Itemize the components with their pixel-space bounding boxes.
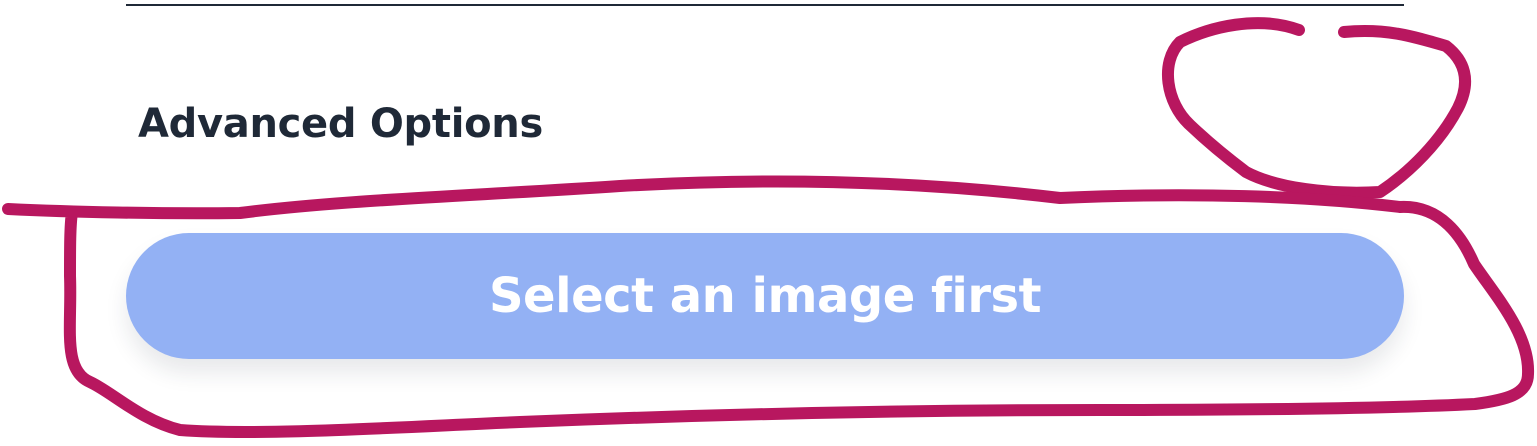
hand-drawn-loop-annotation — [1162, 17, 1472, 199]
advanced-options-heading: Advanced Options — [138, 101, 543, 147]
annotation-overlay — [2, 17, 1535, 438]
section-divider — [126, 4, 1404, 6]
select-image-first-button[interactable]: Select an image first — [126, 233, 1404, 359]
